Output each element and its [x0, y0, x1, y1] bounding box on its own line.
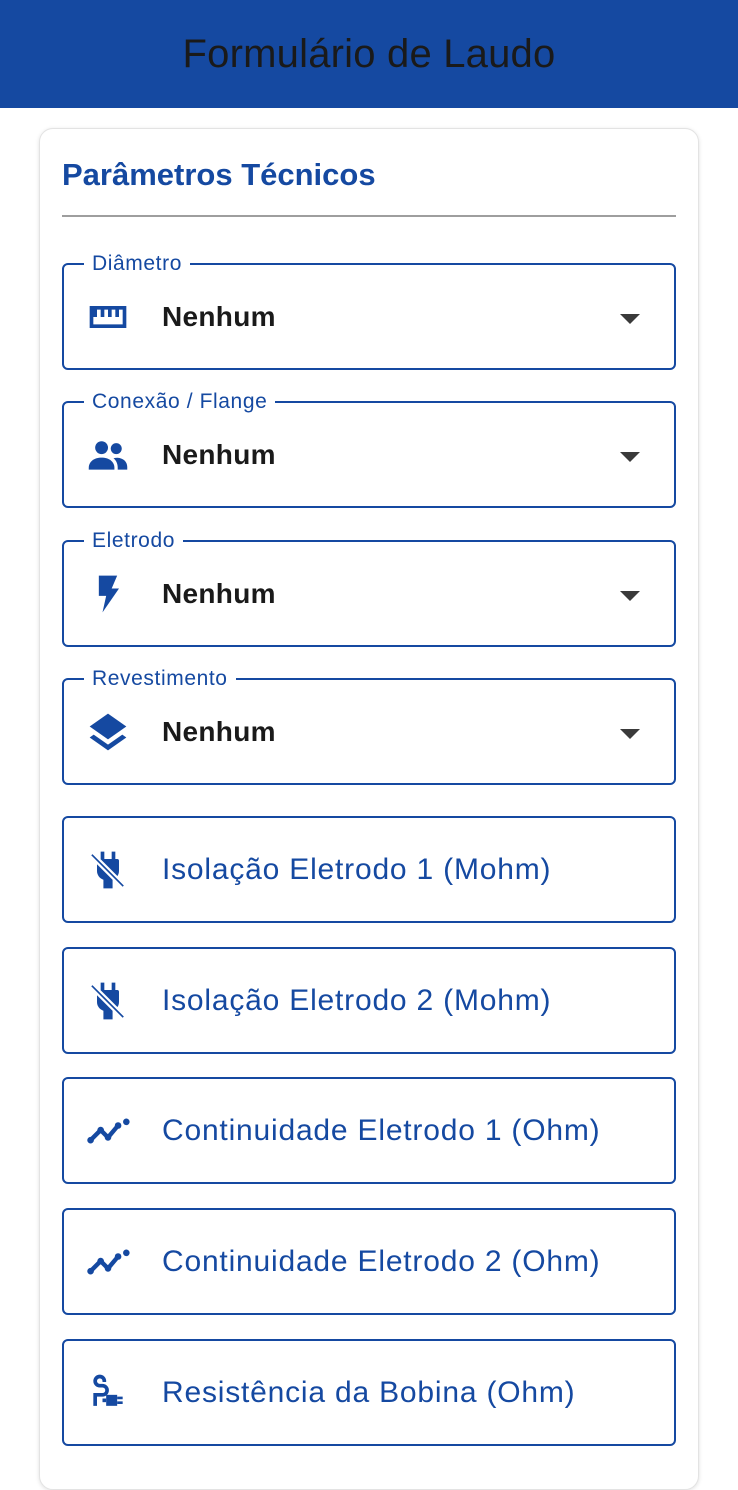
section-divider: [62, 215, 676, 217]
isolacao-eletrodo-2-input[interactable]: Isolação Eletrodo 2 (Mohm): [62, 947, 676, 1054]
revestimento-label: Revestimento: [84, 666, 236, 692]
ruler-icon: [84, 293, 132, 341]
dropdown-arrow-icon: [620, 313, 640, 324]
isolacao-eletrodo-1-label: Isolação Eletrodo 1 (Mohm): [162, 852, 552, 886]
revestimento-value: Nenhum: [162, 715, 276, 747]
eletrodo-label: Eletrodo: [84, 528, 184, 554]
diametro-select[interactable]: Diâmetro Nenhum: [62, 251, 676, 370]
resistencia-bobina-label: Resistência da Bobina (Ohm): [162, 1375, 576, 1409]
conexao-flange-label: Conexão / Flange: [84, 389, 276, 415]
isolacao-eletrodo-2-label: Isolação Eletrodo 2 (Mohm): [162, 983, 552, 1017]
conexao-flange-value: Nenhum: [162, 438, 276, 470]
bolt-icon: [84, 570, 132, 618]
section-title: Parâmetros Técnicos: [62, 157, 376, 192]
line-chart-icon: [84, 1107, 132, 1155]
dropdown-arrow-icon: [620, 451, 640, 462]
continuidade-eletrodo-2-label: Continuidade Eletrodo 2 (Ohm): [162, 1244, 601, 1278]
resistencia-bobina-input[interactable]: Resistência da Bobina (Ohm): [62, 1339, 676, 1446]
layers-icon: [84, 708, 132, 756]
page-title: Formulário de Laudo: [182, 31, 556, 76]
app-bar: Formulário de Laudo: [0, 0, 738, 108]
continuidade-eletrodo-1-input[interactable]: Continuidade Eletrodo 1 (Ohm): [62, 1077, 676, 1184]
technical-parameters-card: Parâmetros Técnicos Diâmetro Nenhum Cone…: [39, 128, 699, 1490]
eletrodo-value: Nenhum: [162, 577, 276, 609]
continuidade-eletrodo-2-input[interactable]: Continuidade Eletrodo 2 (Ohm): [62, 1208, 676, 1315]
people-icon: [84, 431, 132, 479]
dropdown-arrow-icon: [620, 590, 640, 601]
eletrodo-select[interactable]: Eletrodo Nenhum: [62, 528, 676, 647]
continuidade-eletrodo-1-label: Continuidade Eletrodo 1 (Ohm): [162, 1113, 601, 1147]
conexao-flange-select[interactable]: Conexão / Flange Nenhum: [62, 389, 676, 508]
dropdown-arrow-icon: [620, 728, 640, 739]
cable-icon: [84, 1369, 132, 1417]
diametro-value: Nenhum: [162, 300, 276, 332]
power-off-icon: [84, 846, 132, 894]
isolacao-eletrodo-1-input[interactable]: Isolação Eletrodo 1 (Mohm): [62, 816, 676, 923]
line-chart-icon: [84, 1238, 132, 1286]
diametro-label: Diâmetro: [84, 251, 190, 277]
power-off-icon: [84, 977, 132, 1025]
revestimento-select[interactable]: Revestimento Nenhum: [62, 666, 676, 785]
